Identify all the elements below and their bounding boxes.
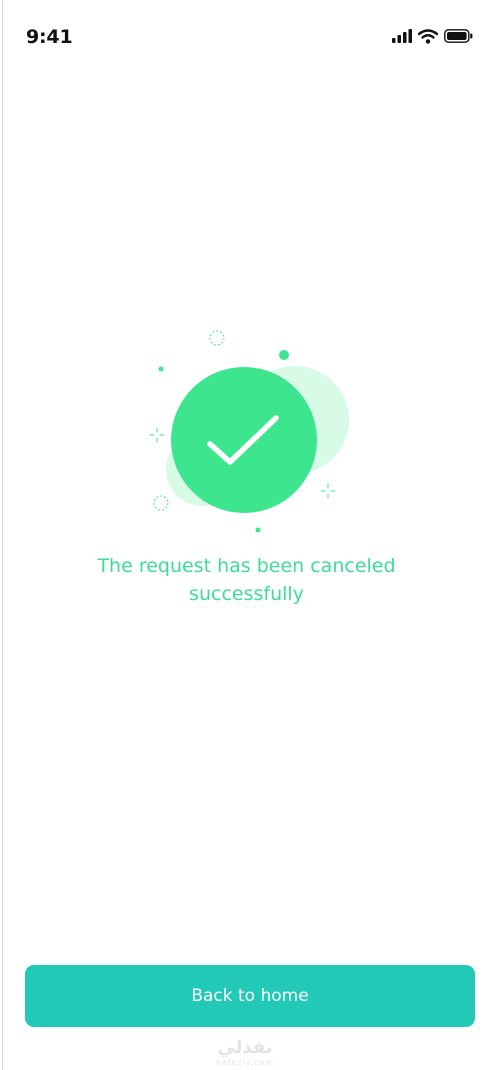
- deco-dot-left: [158, 366, 164, 372]
- status-bar: 9:41: [0, 0, 493, 70]
- status-icons: [392, 26, 473, 46]
- watermark-text: نفذلي: [217, 1037, 273, 1058]
- main-circle: [171, 367, 317, 513]
- sparkle-left-icon: [149, 427, 165, 443]
- sparkle-right-icon: [320, 483, 336, 499]
- deco-ring-left: [153, 495, 169, 511]
- screen-edge-divider: [2, 0, 3, 1070]
- watermark-subtext: nafezly.com: [215, 1058, 275, 1067]
- battery-icon: [444, 29, 473, 43]
- deco-ring-top: [209, 330, 225, 346]
- deco-dot-bottom: [255, 527, 261, 533]
- cellular-signal-icon: [392, 29, 412, 43]
- status-time: 9:41: [26, 26, 73, 48]
- success-illustration: [140, 320, 360, 540]
- success-message: The request has been canceled successful…: [97, 555, 396, 605]
- back-to-home-button[interactable]: Back to home: [25, 965, 475, 1027]
- wifi-icon: [418, 28, 438, 44]
- watermark-logo: نفذلي nafezly.com: [205, 1037, 285, 1068]
- deco-dot-top: [279, 350, 289, 360]
